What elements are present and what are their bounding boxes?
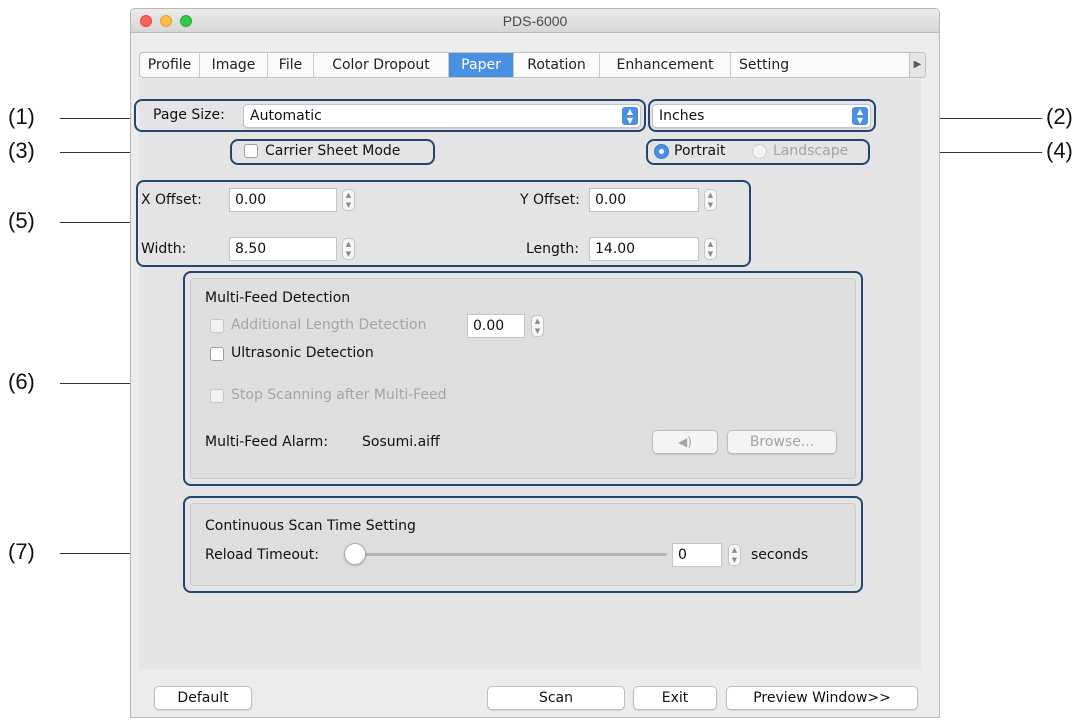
stop-scanning-checkbox[interactable] [210, 389, 224, 403]
leader-line-1 [60, 118, 133, 119]
units-select[interactable]: Inches ▲ ▼ [652, 104, 871, 128]
tab-enhancement[interactable]: Enhancement [600, 53, 731, 77]
tab-profile[interactable]: Profile [140, 53, 200, 77]
width-field[interactable]: 8.50 [229, 237, 337, 261]
width-stepper[interactable]: ▲ ▼ [342, 238, 355, 260]
continuous-scan-title: Continuous Scan Time Setting [205, 518, 416, 534]
additional-length-stepper[interactable]: ▲ ▼ [531, 315, 544, 337]
callout-7: (7) [8, 539, 35, 564]
x-offset-label: X Offset: [141, 192, 202, 208]
preview-window-button[interactable]: Preview Window>> [726, 686, 918, 710]
portrait-label: Portrait [674, 143, 726, 159]
reload-timeout-stepper[interactable]: ▲ ▼ [728, 544, 741, 566]
reload-timeout-label: Reload Timeout: [205, 547, 319, 563]
portrait-radio[interactable] [654, 144, 669, 159]
y-offset-stepper[interactable]: ▲ ▼ [704, 189, 717, 211]
ultrasonic-label: Ultrasonic Detection [231, 345, 374, 361]
page-size-label: Page Size: [153, 107, 225, 123]
y-offset-field[interactable]: 0.00 [589, 188, 699, 212]
tab-color-dropout[interactable]: Color Dropout [314, 53, 449, 77]
units-value: Inches [659, 108, 705, 124]
title-bar: PDS-6000 [131, 9, 939, 33]
multifeed-alarm-file: Sosumi.aiff [362, 434, 440, 450]
tab-paper[interactable]: Paper [449, 53, 514, 77]
additional-length-checkbox[interactable] [210, 319, 224, 333]
exit-button[interactable]: Exit [633, 686, 717, 710]
tab-file[interactable]: File [268, 53, 314, 77]
tab-bar: Profile Image File Color Dropout Paper R… [139, 52, 926, 78]
carrier-sheet-label: Carrier Sheet Mode [265, 143, 401, 159]
speaker-icon: ◀) [678, 435, 692, 449]
additional-length-label: Additional Length Detection [231, 317, 427, 333]
carrier-sheet-checkbox[interactable] [244, 144, 258, 158]
length-label: Length: [526, 241, 580, 257]
multifeed-alarm-label: Multi-Feed Alarm: [205, 434, 329, 450]
tab-image[interactable]: Image [200, 53, 268, 77]
callout-5: (5) [8, 208, 35, 233]
callout-4: (4) [1046, 138, 1073, 163]
length-stepper[interactable]: ▲ ▼ [704, 238, 717, 260]
callout-2: (2) [1046, 104, 1073, 129]
callout-6: (6) [8, 369, 35, 394]
page-size-select[interactable]: Automatic ▲ ▼ [243, 104, 641, 128]
radio-dot-icon [659, 149, 664, 154]
reload-timeout-field[interactable]: 0 [672, 543, 722, 567]
browse-button[interactable]: Browse... [727, 430, 837, 454]
scan-button[interactable]: Scan [487, 686, 625, 710]
additional-length-field[interactable]: 0.00 [467, 314, 525, 338]
default-button[interactable]: Default [154, 686, 252, 710]
continuous-scan-group [190, 503, 856, 586]
leader-line-5 [60, 222, 136, 223]
x-offset-field[interactable]: 0.00 [229, 188, 337, 212]
landscape-radio[interactable] [752, 144, 767, 159]
page-size-value: Automatic [250, 108, 322, 124]
select-arrows-icon: ▲ ▼ [852, 107, 868, 125]
tab-setting[interactable]: Setting [731, 53, 803, 77]
reload-timeout-slider-knob[interactable] [344, 543, 366, 565]
play-alarm-button[interactable]: ◀) [652, 430, 718, 454]
x-offset-stepper[interactable]: ▲ ▼ [342, 189, 355, 211]
ultrasonic-checkbox[interactable] [210, 347, 224, 361]
length-field[interactable]: 14.00 [589, 237, 699, 261]
seconds-label: seconds [751, 547, 809, 563]
callout-1: (1) [8, 104, 35, 129]
multifeed-title: Multi-Feed Detection [205, 290, 351, 306]
width-label: Width: [141, 241, 187, 257]
tab-scroll-right-icon[interactable]: ▶ [909, 53, 925, 77]
landscape-label: Landscape [773, 143, 849, 159]
window-title: PDS-6000 [502, 13, 568, 29]
y-offset-label: Y Offset: [520, 192, 580, 208]
stop-scanning-label: Stop Scanning after Multi-Feed [231, 387, 447, 403]
reload-timeout-slider-track[interactable] [347, 553, 667, 556]
select-arrows-icon: ▲ ▼ [622, 107, 638, 125]
tab-rotation[interactable]: Rotation [514, 53, 600, 77]
callout-3: (3) [8, 138, 35, 163]
